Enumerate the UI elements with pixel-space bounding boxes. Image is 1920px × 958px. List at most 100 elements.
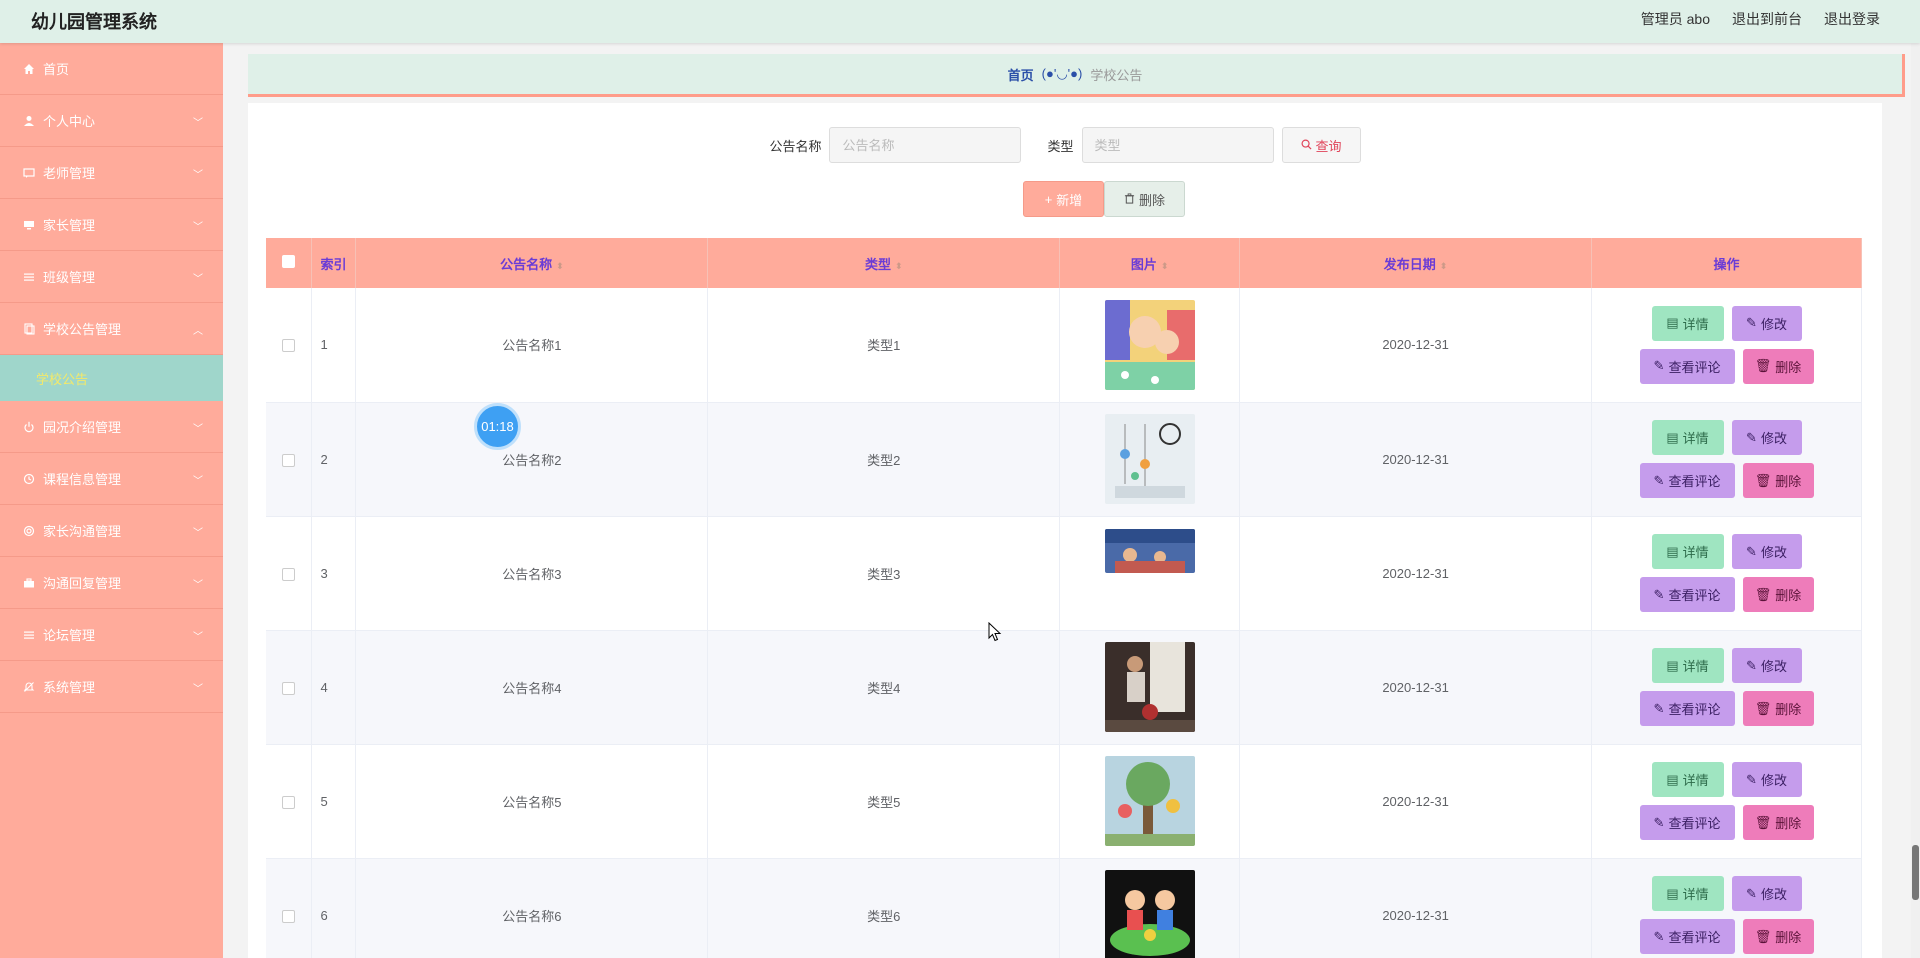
chevron-down-icon: ﹀: [193, 424, 203, 435]
name-search-input[interactable]: [829, 127, 1022, 163]
select-all-checkbox[interactable]: [282, 255, 296, 268]
sidebar-item-label: 园况介绍管理: [43, 420, 122, 435]
row-date: 2020-12-31: [1239, 516, 1592, 631]
timer-badge[interactable]: 01:18: [474, 403, 521, 450]
row-checkbox[interactable]: [282, 909, 296, 923]
row-type: 类型6: [707, 858, 1061, 958]
edit-button[interactable]: ✎ 修改: [1731, 648, 1802, 683]
page-scrollbar[interactable]: [1911, 43, 1920, 958]
detail-button[interactable]: ▤ 详情: [1651, 762, 1724, 797]
sort-icon[interactable]: ⬍: [895, 261, 903, 271]
scrollbar-thumb[interactable]: [1912, 845, 1919, 900]
column-header-name[interactable]: 公告名称 ⬍: [355, 238, 709, 288]
delete-button[interactable]: 🗑 删除: [1742, 348, 1814, 384]
row-select-cell: [266, 288, 313, 403]
document-icon: ▤: [1666, 429, 1679, 445]
edit-button-label: 修改: [1760, 773, 1787, 788]
delete-button[interactable]: 🗑 删除: [1742, 805, 1814, 840]
edit-button[interactable]: ✎ 修改: [1731, 420, 1802, 455]
query-button[interactable]: 查询: [1281, 127, 1361, 163]
sidebar-item-parent-communication[interactable]: 家长沟通管理 ﹀: [0, 505, 223, 557]
logout-link[interactable]: 退出登录: [1824, 9, 1880, 29]
edit-button[interactable]: ✎ 修改: [1731, 876, 1802, 911]
row-checkbox[interactable]: [282, 795, 296, 809]
sidebar-item-parents[interactable]: 家长管理 ﹀: [0, 199, 223, 251]
sort-icon[interactable]: ⬍: [1161, 261, 1169, 271]
row-index: 3: [311, 516, 357, 631]
sidebar-item-profile[interactable]: 个人中心 ﹀: [0, 95, 223, 147]
table-row: 4 公告名称4 类型4 2020-12-31 ▤ 详情 ✎ 修改 ✎ 查看评论 …: [266, 630, 1862, 745]
chevron-down-icon: ﹀: [193, 118, 203, 129]
detail-button-label: 详情: [1682, 316, 1709, 332]
sidebar-item-campus-intro[interactable]: 园况介绍管理 ﹀: [0, 401, 223, 453]
power-icon: [22, 420, 36, 434]
sort-icon[interactable]: ⬍: [1440, 261, 1448, 271]
submenu-item-school-announcements[interactable]: 学校公告: [0, 355, 223, 401]
table-header-row: 索引 公告名称 ⬍ 类型 ⬍ 图片 ⬍ 发布日期 ⬍ 操作: [266, 238, 1862, 288]
add-button[interactable]: + 新增: [1023, 181, 1104, 217]
sidebar-item-announcements[interactable]: 学校公告管理 ︿: [0, 303, 223, 355]
sidebar-item-system[interactable]: 系统管理 ﹀: [0, 661, 223, 713]
detail-button[interactable]: ▤ 详情: [1651, 305, 1724, 341]
content-panel: 公告名称 类型 查询 + 新增 删除: [248, 103, 1882, 958]
edit-button[interactable]: ✎ 修改: [1731, 534, 1802, 569]
sidebar-item-replies[interactable]: 沟通回复管理 ﹀: [0, 557, 223, 609]
column-header-date[interactable]: 发布日期 ⬍: [1239, 238, 1592, 288]
announcement-thumbnail[interactable]: [1104, 756, 1195, 846]
announcement-thumbnail[interactable]: [1104, 870, 1195, 958]
row-checkbox[interactable]: [282, 567, 296, 581]
delete-button[interactable]: 🗑 删除: [1742, 691, 1814, 726]
exit-to-front-link[interactable]: 退出到前台: [1732, 9, 1802, 29]
trash-icon: 🗑: [1754, 700, 1772, 716]
announcement-thumbnail[interactable]: [1104, 529, 1195, 574]
announcement-thumbnail[interactable]: [1104, 414, 1195, 504]
detail-button-label: 详情: [1682, 431, 1709, 446]
row-checkbox[interactable]: [282, 681, 296, 695]
row-checkbox[interactable]: [282, 453, 296, 467]
view-comments-label: 查看评论: [1668, 359, 1721, 375]
sidebar-item-courses[interactable]: 课程信息管理 ﹀: [0, 453, 223, 505]
breadcrumb-home[interactable]: 首页: [1008, 65, 1034, 84]
detail-button[interactable]: ▤ 详情: [1651, 876, 1724, 911]
detail-button[interactable]: ▤ 详情: [1651, 648, 1724, 683]
view-comments-button[interactable]: ✎ 查看评论: [1639, 805, 1735, 840]
pencil-icon: ✎: [1746, 771, 1757, 787]
edit-button[interactable]: ✎ 修改: [1731, 762, 1802, 797]
batch-delete-label: 删除: [1138, 192, 1165, 208]
row-checkbox[interactable]: [282, 339, 296, 353]
sort-icon[interactable]: ⬍: [556, 261, 564, 271]
sidebar-item-teachers[interactable]: 老师管理 ﹀: [0, 147, 223, 199]
pencil-icon: ✎: [1746, 657, 1757, 673]
detail-button[interactable]: ▤ 详情: [1651, 420, 1724, 455]
view-comments-button[interactable]: ✎ 查看评论: [1639, 463, 1735, 498]
column-header-type[interactable]: 类型 ⬍: [707, 238, 1061, 288]
delete-button[interactable]: 🗑 删除: [1742, 463, 1814, 498]
sidebar-item-classes[interactable]: 班级管理 ﹀: [0, 251, 223, 303]
column-header-image[interactable]: 图片 ⬍: [1059, 238, 1241, 288]
monitor-icon: [22, 218, 36, 232]
announcement-thumbnail[interactable]: [1104, 299, 1195, 390]
row-type: 类型2: [707, 402, 1061, 517]
type-search-input[interactable]: [1081, 127, 1274, 163]
briefcase-icon: [22, 576, 36, 590]
search-icon: [1301, 138, 1312, 153]
pencil-icon: ✎: [1653, 700, 1665, 716]
sidebar-item-label: 首页: [43, 62, 70, 77]
delete-button[interactable]: 🗑 删除: [1742, 919, 1814, 954]
view-comments-button[interactable]: ✎ 查看评论: [1639, 919, 1735, 954]
view-comments-button[interactable]: ✎ 查看评论: [1639, 691, 1735, 726]
sidebar-item-forum[interactable]: 论坛管理 ﹀: [0, 609, 223, 661]
batch-delete-button[interactable]: 删除: [1104, 181, 1185, 217]
view-comments-button[interactable]: ✎ 查看评论: [1639, 577, 1735, 612]
pencil-icon: ✎: [1746, 429, 1757, 445]
row-image-cell: [1059, 744, 1241, 859]
edit-button[interactable]: ✎ 修改: [1731, 305, 1802, 341]
detail-button[interactable]: ▤ 详情: [1651, 534, 1724, 569]
announcement-thumbnail[interactable]: [1104, 642, 1195, 732]
view-comments-button[interactable]: ✎ 查看评论: [1639, 348, 1735, 384]
delete-button[interactable]: 🗑 删除: [1742, 577, 1814, 612]
select-all-cell[interactable]: [266, 238, 313, 288]
sidebar-item-label: 老师管理: [43, 166, 96, 181]
row-select-cell: [266, 630, 313, 745]
sidebar-item-home[interactable]: 首页: [0, 43, 223, 95]
